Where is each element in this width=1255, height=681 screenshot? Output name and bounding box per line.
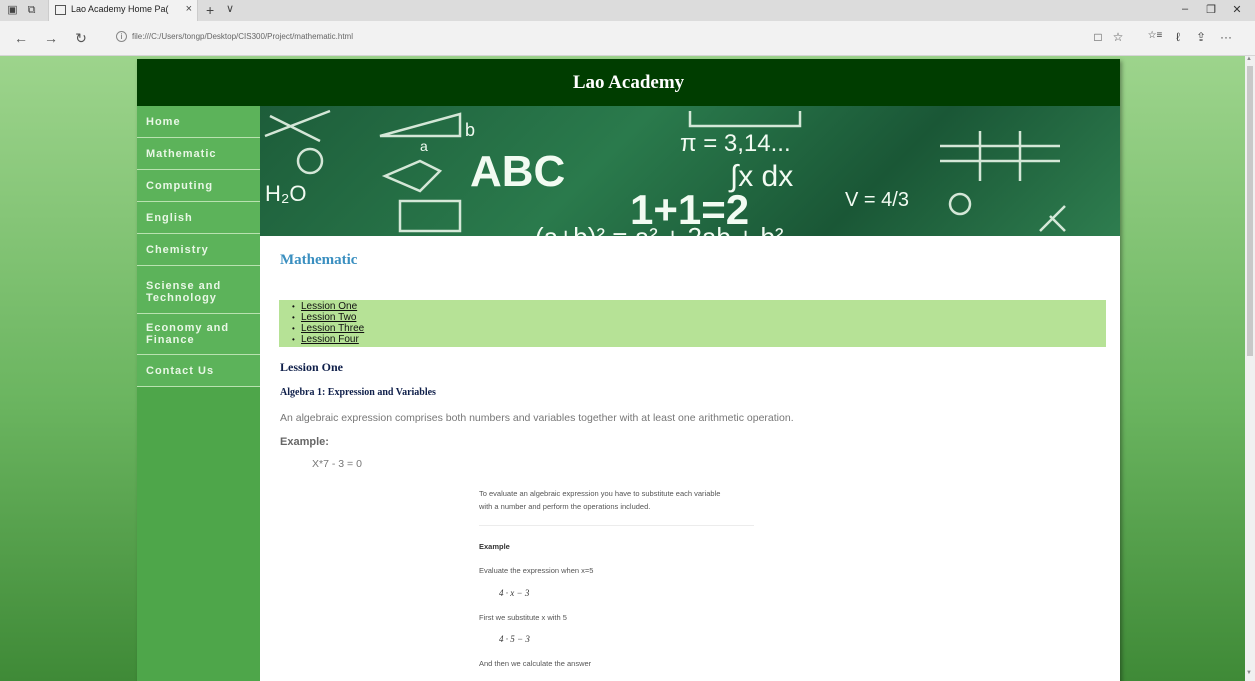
lesson-link-two[interactable]: Lession Two (292, 312, 1106, 323)
example-math1: 4 · x − 3 (499, 588, 530, 598)
site-container: Lao Academy Home Mathematic Computing En… (137, 59, 1120, 681)
page-favicon-icon (55, 5, 66, 15)
tab-actions-icon[interactable]: ▣ (6, 4, 19, 16)
sidebar-item-economy-finance[interactable]: Economy and Finance (137, 314, 260, 355)
scroll-up-icon[interactable]: ▲ (1246, 56, 1252, 62)
site-title: Lao Academy (572, 72, 685, 93)
favorites-hub-icon[interactable]: ☆≡ (1147, 30, 1163, 41)
sidebar-item-chemistry[interactable]: Chemistry (137, 234, 260, 266)
sidebar-item-science-technology[interactable]: Sciense and Technology (137, 266, 260, 314)
lesson-index: Lession One Lession Two Lession Three Le… (279, 300, 1106, 347)
lesson-paragraph: An algebraic expression comprises both n… (280, 412, 794, 424)
sidebar-item-home[interactable]: Home (137, 106, 260, 138)
close-window-icon[interactable]: ✕ (1227, 3, 1247, 16)
sidebar-item-contact[interactable]: Contact Us (137, 355, 260, 387)
chalk-tictactoe (940, 131, 1060, 181)
page-title: Mathematic (280, 252, 358, 268)
banner-pi: π = 3,14... (680, 130, 791, 157)
share-icon[interactable]: ⇪ (1193, 30, 1209, 44)
minimize-icon[interactable]: – (1175, 3, 1195, 15)
browser-tab[interactable]: Lao Academy Home Pa( × (48, 0, 198, 21)
chalk-bars (688, 111, 802, 128)
chalk-gender-symbol (948, 192, 972, 216)
banner-a: a (420, 138, 428, 154)
example-step3: And then we calculate the answer (479, 659, 592, 668)
browser-toolbar: ← → ↻ i file:///C:/Users/tongp/Desktop/C… (0, 21, 1255, 56)
sidebar-item-computing[interactable]: Computing (137, 170, 260, 202)
example-step1: Evaluate the expression when x=5 (479, 566, 594, 575)
example-intro-line2: with a number and perform the operations… (479, 502, 651, 511)
banner-volume: V = 4/3 (845, 189, 909, 211)
lesson-subheading: Algebra 1: Expression and Variables (280, 387, 436, 398)
site-header: Lao Academy (137, 59, 1120, 106)
url-text[interactable]: file:///C:/Users/tongp/Desktop/CIS300/Pr… (132, 32, 353, 41)
more-icon[interactable]: ··· (1218, 30, 1234, 44)
set-aside-tabs-icon[interactable]: ⧉ (25, 4, 38, 16)
refresh-icon[interactable]: ↻ (72, 30, 90, 47)
chalk-arrow (264, 109, 331, 143)
banner-formula: (a+b)² = a² + 2ab + b² (535, 222, 784, 236)
tab-close-icon[interactable]: × (186, 3, 192, 15)
address-field[interactable]: i file:///C:/Users/tongp/Desktop/CIS300/… (108, 29, 1138, 47)
chalk-triangle (379, 112, 462, 138)
banner-h2o: H₂O (265, 181, 307, 206)
lesson-link-three[interactable]: Lession Three (292, 323, 1106, 334)
banner-b: b (465, 120, 475, 140)
forward-icon[interactable]: → (42, 30, 60, 46)
tab-list-chevron-icon[interactable]: ∨ (226, 2, 234, 15)
chalk-bulb (296, 147, 324, 175)
chalk-mark (1039, 205, 1066, 232)
back-icon[interactable]: ← (12, 30, 30, 46)
example-step2: First we substitute x with 5 (479, 613, 567, 622)
tab-title: Lao Academy Home Pa( (71, 4, 169, 14)
page-scrollbar[interactable]: ▲ ▼ (1245, 56, 1255, 681)
chalk-prism (381, 159, 443, 193)
scroll-down-icon[interactable]: ▼ (1246, 670, 1252, 676)
example-equation: X*7 - 3 = 0 (312, 458, 362, 470)
example-label: Example: (280, 436, 329, 448)
sidebar-item-english[interactable]: English (137, 202, 260, 234)
lesson-link-one[interactable]: Lession One (292, 301, 1106, 312)
page-viewport: Lao Academy Home Mathematic Computing En… (0, 56, 1245, 681)
banner-abc: ABC (470, 147, 565, 196)
favorite-star-icon[interactable]: ☆ (1110, 30, 1126, 44)
example-math2: 4 · 5 − 3 (499, 634, 530, 644)
lesson-heading: Lession One (280, 360, 344, 374)
browser-titlebar: ▣ ⧉ Lao Academy Home Pa( × + ∨ – ❐ ✕ (0, 0, 1255, 21)
scrollbar-thumb[interactable] (1247, 66, 1253, 356)
info-icon[interactable]: i (116, 31, 127, 42)
chalk-cube (398, 199, 462, 233)
example-divider (479, 525, 754, 526)
chalkboard-drawing: π = 3,14... ABC ∫x dx H₂O 1+1=2 (a+b)² =… (264, 109, 1066, 236)
notes-pen-icon[interactable]: ℓ (1170, 30, 1186, 44)
chalkboard-banner: π = 3,14... ABC ∫x dx H₂O 1+1=2 (a+b)² =… (260, 106, 1120, 236)
main-content: Mathematic Lession One Lession Two Lessi… (260, 236, 1120, 681)
sidebar-item-mathematic[interactable]: Mathematic (137, 138, 260, 170)
example-intro-line1: To evaluate an algebraic expression you … (479, 489, 721, 498)
new-tab-icon[interactable]: + (206, 2, 214, 18)
reading-view-icon[interactable]: □ (1090, 30, 1106, 44)
example-title: Example (479, 542, 510, 551)
sidebar-nav: Home Mathematic Computing English Chemis… (137, 106, 260, 681)
restore-icon[interactable]: ❐ (1201, 3, 1221, 16)
lesson-link-four[interactable]: Lession Four (292, 334, 1106, 345)
